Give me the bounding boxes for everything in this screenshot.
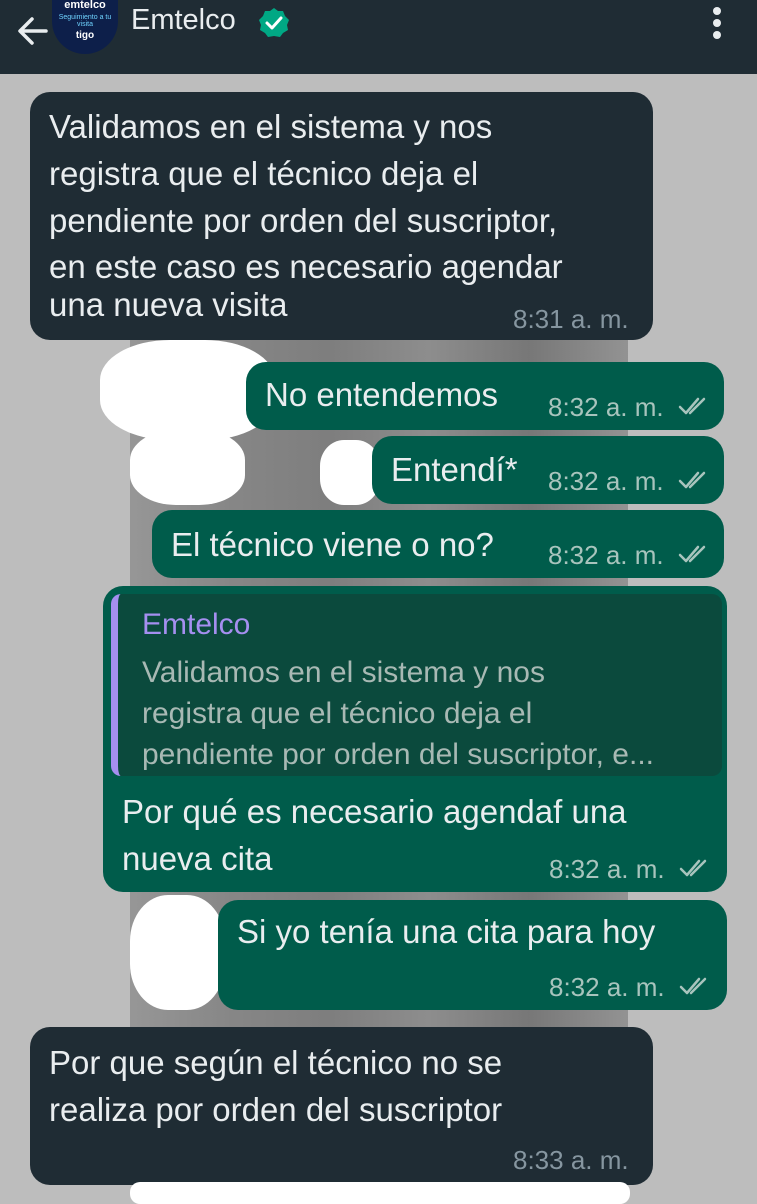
read-receipt-icon bbox=[678, 397, 706, 415]
redaction-scribble bbox=[130, 430, 245, 505]
message-text: una nueva visita bbox=[49, 286, 288, 323]
avatar-subtitle-text: Seguimiento a tu visita bbox=[58, 14, 112, 28]
incoming-message[interactable]: Validamos en el sistema y nos registra q… bbox=[30, 92, 653, 340]
contact-name[interactable]: Emtelco bbox=[131, 4, 236, 37]
message-timestamp: 8:32 a. m. bbox=[548, 466, 664, 496]
quoted-message[interactable]: Emtelco Validamos en el sistema y nos re… bbox=[111, 594, 722, 776]
redaction-scribble bbox=[130, 1182, 630, 1204]
redaction-scribble bbox=[130, 895, 225, 1010]
message-timestamp: 8:31 a. m. bbox=[513, 304, 629, 334]
message-text: pendiente por orden del suscriptor, bbox=[49, 202, 558, 239]
outgoing-reply-message[interactable]: Emtelco Validamos en el sistema y nos re… bbox=[103, 586, 727, 892]
message-text: Entendí* bbox=[391, 451, 518, 488]
outgoing-message[interactable]: No entendemos 8:32 a. m. bbox=[246, 362, 724, 430]
message-timestamp: 8:32 a. m. bbox=[549, 972, 665, 1002]
outgoing-message[interactable]: El técnico viene o no? 8:32 a. m. bbox=[152, 510, 724, 578]
message-text: Por que según el técnico no se bbox=[49, 1044, 503, 1081]
quoted-text: registra que el técnico deja el bbox=[142, 697, 533, 730]
message-text: registra que el técnico deja el bbox=[49, 155, 479, 192]
message-timestamp: 8:33 a. m. bbox=[513, 1145, 629, 1175]
message-timestamp: 8:32 a. m. bbox=[548, 392, 664, 422]
outgoing-message[interactable]: Entendí* 8:32 a. m. bbox=[372, 436, 724, 504]
quoted-author: Emtelco bbox=[142, 608, 251, 641]
message-timestamp: 8:32 a. m. bbox=[549, 854, 665, 884]
more-options-icon[interactable] bbox=[700, 4, 734, 42]
chat-header: emtelco Seguimiento a tu visita tigo Emt… bbox=[0, 0, 757, 74]
message-text: realiza por orden del suscriptor bbox=[49, 1091, 503, 1128]
read-receipt-icon bbox=[678, 471, 706, 489]
read-receipt-icon bbox=[678, 545, 706, 563]
quoted-text: pendiente por orden del suscriptor, e... bbox=[142, 738, 654, 771]
avatar-tigo-text: tigo bbox=[75, 30, 95, 41]
incoming-message[interactable]: Por que según el técnico no se realiza p… bbox=[30, 1027, 653, 1185]
message-text: nueva cita bbox=[122, 840, 273, 877]
read-receipt-icon bbox=[679, 977, 707, 995]
message-text: Validamos en el sistema y nos bbox=[49, 108, 493, 145]
redaction-scribble bbox=[320, 440, 380, 505]
read-receipt-icon bbox=[679, 859, 707, 877]
quoted-text: Validamos en el sistema y nos bbox=[142, 656, 545, 689]
message-text: El técnico viene o no? bbox=[171, 526, 494, 563]
message-text: Si yo tenía una cita para hoy bbox=[237, 913, 656, 950]
message-text: No entendemos bbox=[265, 376, 498, 413]
contact-avatar[interactable]: emtelco Seguimiento a tu visita tigo bbox=[52, 0, 118, 54]
verified-badge-icon bbox=[259, 8, 289, 37]
outgoing-message[interactable]: Si yo tenía una cita para hoy 8:32 a. m. bbox=[218, 900, 727, 1010]
avatar-brand-text: emtelco bbox=[64, 0, 106, 11]
message-timestamp: 8:32 a. m. bbox=[548, 540, 664, 570]
back-arrow-icon[interactable] bbox=[12, 10, 52, 50]
message-text: Por qué es necesario agendaf una bbox=[122, 793, 627, 830]
